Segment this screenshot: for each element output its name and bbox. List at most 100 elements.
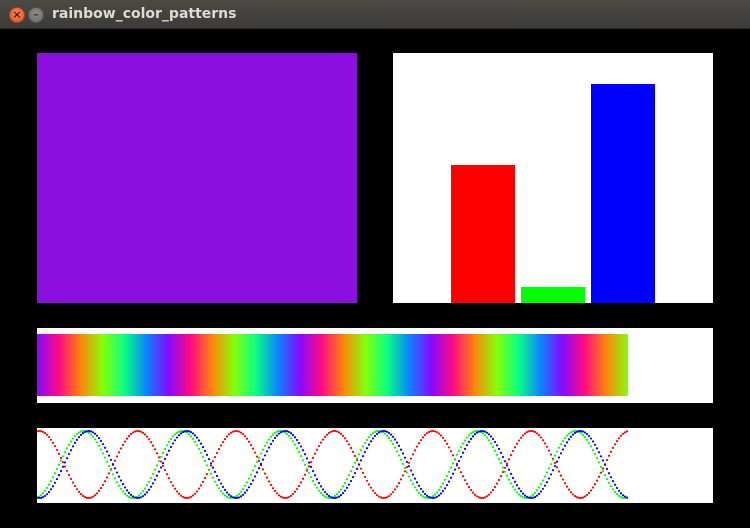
wave-point xyxy=(607,481,611,484)
wave-point xyxy=(483,434,487,437)
wave-point xyxy=(411,473,415,476)
wave-point xyxy=(129,433,133,436)
wave-point xyxy=(89,433,93,436)
wave-point xyxy=(575,496,579,499)
wave-point xyxy=(93,432,97,435)
wave-point xyxy=(269,442,273,446)
wave-point xyxy=(429,496,433,499)
wave-point xyxy=(207,457,211,461)
wave-point xyxy=(253,451,257,454)
wave-point xyxy=(169,437,173,441)
wave-point xyxy=(433,496,437,499)
wave-point xyxy=(37,496,41,500)
wave-point xyxy=(173,433,177,436)
wave-point xyxy=(251,469,255,472)
wave-point xyxy=(97,437,101,440)
wave-point xyxy=(579,432,583,435)
close-button[interactable]: × xyxy=(9,7,25,23)
wave-point xyxy=(597,475,601,478)
wave-point xyxy=(435,491,439,494)
wave-point xyxy=(383,430,387,433)
wave-point xyxy=(311,470,315,473)
wave-point xyxy=(519,490,523,493)
wave-point xyxy=(595,479,599,482)
bar-chart xyxy=(451,84,655,303)
wave-point xyxy=(581,496,585,499)
wave-point xyxy=(549,453,553,456)
wave-point xyxy=(289,437,293,440)
wave-point xyxy=(135,429,139,433)
wave-point xyxy=(387,494,391,498)
wave-point xyxy=(285,430,289,433)
wave-point xyxy=(425,432,429,435)
wave-point xyxy=(209,462,213,465)
wave-point xyxy=(351,450,355,453)
wave-point xyxy=(431,496,435,500)
wave-point xyxy=(69,477,73,481)
wave-point xyxy=(171,435,175,438)
wave-point xyxy=(201,480,205,483)
wave-point xyxy=(219,444,223,447)
wave-point xyxy=(181,430,185,434)
wave-point xyxy=(537,434,541,437)
wave-point xyxy=(479,429,483,433)
wave-point xyxy=(341,485,345,488)
wave-point xyxy=(213,456,217,459)
wave-point xyxy=(293,443,297,446)
wave-point xyxy=(377,495,381,498)
wave-point xyxy=(609,485,613,488)
wave-red xyxy=(37,429,629,500)
wave-point xyxy=(321,488,325,491)
wave-point xyxy=(561,448,565,451)
wave-point xyxy=(79,493,83,496)
wave-point xyxy=(117,484,121,487)
wave-point xyxy=(43,494,47,498)
wave-point xyxy=(443,478,447,481)
wave-point xyxy=(395,485,399,488)
wave-point xyxy=(305,457,309,460)
wave-point xyxy=(515,442,519,445)
wave-point xyxy=(89,496,93,499)
wave-point xyxy=(499,475,503,478)
wave-point xyxy=(51,485,55,488)
wave-point xyxy=(367,483,371,486)
wave-point xyxy=(297,484,301,488)
wave-point xyxy=(155,464,159,467)
wave-point xyxy=(601,467,605,470)
wave-point xyxy=(617,494,621,498)
wave-point xyxy=(453,468,457,471)
wave-point xyxy=(415,481,419,484)
wave-point xyxy=(53,481,57,484)
wave-point xyxy=(239,431,243,434)
wave-point xyxy=(245,437,249,440)
wave-point xyxy=(459,471,463,474)
wave-point xyxy=(445,484,449,487)
wave-point xyxy=(469,437,473,440)
wave-point xyxy=(363,475,367,479)
wave-point xyxy=(167,440,171,444)
wave-point xyxy=(299,445,303,448)
wave-point xyxy=(567,488,571,491)
wave-point xyxy=(69,448,73,452)
wave-point xyxy=(109,458,113,461)
wave-point xyxy=(49,480,53,483)
wave-point xyxy=(93,438,97,441)
wave-point xyxy=(565,441,569,444)
wave-point xyxy=(217,487,221,490)
wave-point xyxy=(607,454,611,457)
wave-point xyxy=(295,447,299,450)
wave-point xyxy=(125,489,129,492)
wave-point xyxy=(99,448,103,451)
wave-point xyxy=(289,494,293,497)
minimize-button[interactable]: – xyxy=(28,7,44,23)
wave-point xyxy=(331,496,335,499)
wave-point xyxy=(451,462,455,465)
wave-point xyxy=(319,441,323,444)
wave-point xyxy=(485,436,489,439)
wave-point xyxy=(79,433,83,436)
wave-point xyxy=(547,449,551,452)
wave-point xyxy=(569,491,573,494)
wave-point xyxy=(145,484,149,487)
wave-point xyxy=(531,493,535,496)
wave-point xyxy=(303,453,307,456)
